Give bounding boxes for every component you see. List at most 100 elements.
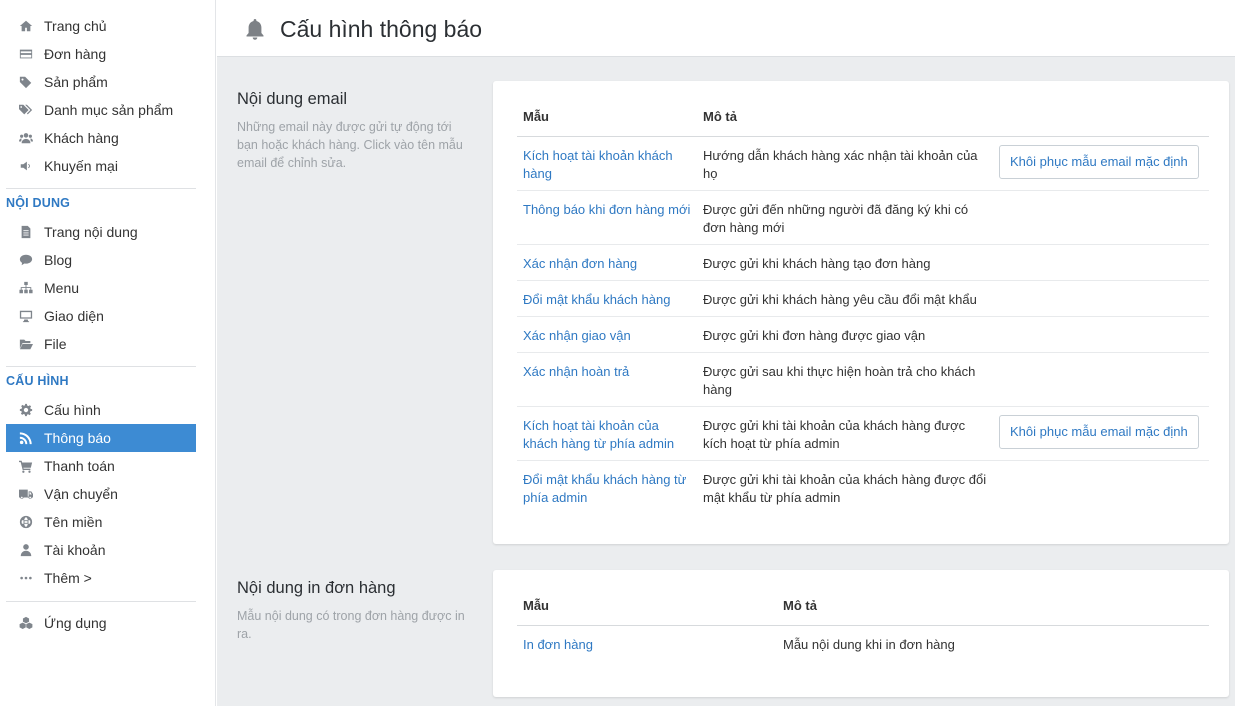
table-header-row: Mẫu Mô tả <box>517 98 1209 137</box>
template-link[interactable]: Đổi mật khẩu khách hàng từ phía admin <box>523 472 686 505</box>
cart-icon <box>6 459 44 473</box>
action-cell <box>993 460 1209 514</box>
table-header-row: Mẫu Mô tả <box>517 587 1209 626</box>
sidebar-item-categories[interactable]: Danh mục sản phẩm <box>6 96 196 124</box>
sidebar-item-more[interactable]: Thêm > <box>6 564 196 592</box>
section-heading-config: CẤU HÌNH <box>6 374 69 388</box>
template-link[interactable]: Thông báo khi đơn hàng mới <box>523 202 690 217</box>
bell-icon <box>243 17 267 41</box>
restore-default-button[interactable]: Khôi phục mẫu email mặc định <box>999 414 1199 449</box>
template-link[interactable]: In đơn hàng <box>523 637 593 652</box>
sidebar-item-label: Thanh toán <box>44 458 115 474</box>
sidebar-item-orders[interactable]: Đơn hàng <box>6 40 196 68</box>
print-section-title: Nội dung in đơn hàng <box>237 579 396 597</box>
sidebar-item-pages[interactable]: Trang nội dung <box>6 218 196 246</box>
page-title: Cấu hình thông báo <box>280 16 483 42</box>
template-cell: Thông báo khi đơn hàng mới <box>517 190 697 245</box>
table-row: In đơn hàng Mẫu nội dung khi in đơn hàng <box>517 625 1209 661</box>
sidebar-item-menu[interactable]: Menu <box>6 274 196 302</box>
sidebar-item-home[interactable]: Trang chủ <box>6 12 196 40</box>
ellipsis-icon <box>6 571 44 585</box>
table-row: Kích hoạt tài khoản khách hàng Hướng dẫn… <box>517 136 1209 191</box>
template-cell: Xác nhận đơn hàng <box>517 244 697 281</box>
template-cell: Xác nhận giao vận <box>517 316 697 353</box>
column-header-template: Mẫu <box>517 98 697 137</box>
sidebar-item-apps[interactable]: Ứng dụng <box>6 609 196 637</box>
action-cell <box>993 316 1209 353</box>
sidebar-item-customers[interactable]: Khách hàng <box>6 124 196 152</box>
cubes-icon <box>6 616 44 630</box>
description-cell: Được gửi sau khi thực hiện hoàn trả cho … <box>697 352 993 407</box>
sidebar-item-label: Khách hàng <box>44 130 119 146</box>
sidebar-item-shipping[interactable]: Vận chuyển <box>6 480 196 508</box>
column-header-action <box>993 98 1209 137</box>
email-templates-card: Mẫu Mô tả Kích hoạt tài khoản khách hàng… <box>493 81 1229 544</box>
column-header-description: Mô tả <box>697 98 993 137</box>
email-templates-table: Mẫu Mô tả Kích hoạt tài khoản khách hàng… <box>517 98 1209 514</box>
table-row: Thông báo khi đơn hàng mới Được gửi đến … <box>517 190 1209 245</box>
description-cell: Được gửi khi khách hàng tạo đơn hàng <box>697 244 993 281</box>
action-cell: Khôi phục mẫu email mặc định <box>993 136 1209 191</box>
credit-card-icon <box>6 47 44 61</box>
template-link[interactable]: Xác nhận hoàn trả <box>523 364 629 379</box>
sidebar-item-label: Ứng dụng <box>44 615 107 631</box>
template-cell: Kích hoạt tài khoản khách hàng <box>517 136 697 191</box>
action-cell <box>993 244 1209 281</box>
column-header-template: Mẫu <box>517 587 777 626</box>
column-header-description: Mô tả <box>777 587 1209 626</box>
gear-icon <box>6 403 44 417</box>
description-cell: Được gửi khi tài khoản của khách hàng đư… <box>697 406 993 461</box>
restore-default-button[interactable]: Khôi phục mẫu email mặc định <box>999 144 1199 179</box>
sidebar-item-label: Trang chủ <box>44 18 107 34</box>
sidebar-item-theme[interactable]: Giao diện <box>6 302 196 330</box>
sidebar-item-notifications[interactable]: Thông báo <box>6 424 196 452</box>
file-text-icon <box>6 225 44 239</box>
sidebar-item-label: Cấu hình <box>44 402 101 418</box>
description-cell: Được gửi khi đơn hàng được giao vận <box>697 316 993 353</box>
sidebar: Trang chủ Đơn hàng Sản phẩm Danh mục sản… <box>0 0 216 706</box>
globe-icon <box>6 515 44 529</box>
sidebar-item-label: File <box>44 336 67 352</box>
sidebar-item-label: Khuyến mại <box>44 158 118 174</box>
template-cell: Kích hoạt tài khoản của khách hàng từ ph… <box>517 406 697 461</box>
action-cell <box>993 280 1209 317</box>
table-row: Xác nhận hoàn trả Được gửi sau khi thực … <box>517 352 1209 407</box>
sidebar-item-settings[interactable]: Cấu hình <box>6 396 196 424</box>
sidebar-item-products[interactable]: Sản phẩm <box>6 68 196 96</box>
sidebar-item-file[interactable]: File <box>6 330 196 358</box>
email-section-description: Những email này được gửi tự động tới bạn… <box>237 120 463 170</box>
action-cell: Khôi phục mẫu email mặc định <box>993 406 1209 461</box>
sidebar-item-label: Blog <box>44 252 73 268</box>
sidebar-item-payment[interactable]: Thanh toán <box>6 452 196 480</box>
desktop-icon <box>6 309 44 323</box>
template-link[interactable]: Xác nhận giao vận <box>523 328 631 343</box>
template-link[interactable]: Đổi mật khẩu khách hàng <box>523 292 670 307</box>
divider <box>6 601 196 602</box>
table-row: Đổi mật khẩu khách hàng Được gửi khi khá… <box>517 280 1209 317</box>
sidebar-item-label: Vận chuyển <box>44 486 118 502</box>
description-cell: Được gửi khi khách hàng yêu cầu đổi mật … <box>697 280 993 317</box>
sidebar-item-domain[interactable]: Tên miền <box>6 508 196 536</box>
sidebar-item-label: Thêm > <box>44 570 92 586</box>
template-cell: In đơn hàng <box>517 625 777 661</box>
description-cell: Mẫu nội dung khi in đơn hàng <box>783 636 955 652</box>
comment-icon <box>6 253 44 267</box>
divider <box>6 366 196 367</box>
template-link[interactable]: Xác nhận đơn hàng <box>523 256 637 271</box>
print-section-description: Mẫu nội dung có trong đơn hàng được in r… <box>237 609 465 641</box>
rss-icon <box>6 431 44 445</box>
sidebar-item-blog[interactable]: Blog <box>6 246 196 274</box>
users-icon <box>6 131 44 145</box>
sidebar-item-account[interactable]: Tài khoản <box>6 536 196 564</box>
divider <box>6 188 196 189</box>
sidebar-item-label: Đơn hàng <box>44 46 107 62</box>
email-section-title: Nội dung email <box>237 90 348 108</box>
template-link[interactable]: Kích hoạt tài khoản của khách hàng từ ph… <box>523 418 674 451</box>
sidebar-item-label: Danh mục sản phẩm <box>44 102 174 118</box>
template-link[interactable]: Kích hoạt tài khoản khách hàng <box>523 148 673 181</box>
sidebar-item-label: Tên miền <box>44 514 103 530</box>
sidebar-item-promotions[interactable]: Khuyến mại <box>6 152 196 180</box>
page-header: Cấu hình thông báo <box>217 0 1235 57</box>
template-cell: Đổi mật khẩu khách hàng <box>517 280 697 317</box>
action-cell <box>993 352 1209 407</box>
